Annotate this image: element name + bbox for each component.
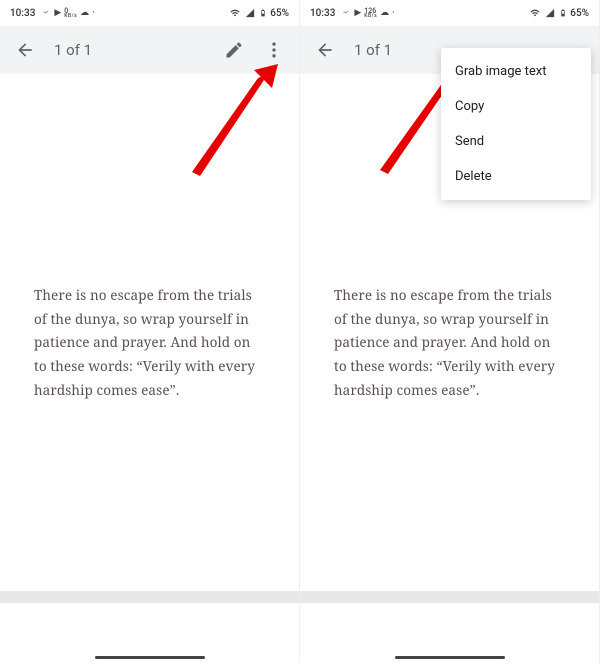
tail-band: [0, 591, 299, 603]
edit-button[interactable]: [223, 39, 245, 61]
battery-percent: 65%: [570, 8, 589, 19]
status-right: 65%: [529, 7, 589, 19]
phone-icon: [41, 8, 51, 18]
network-speed: 0 KB/s: [64, 8, 77, 19]
rec-icon: ▶: [54, 8, 61, 18]
status-dot: ·: [392, 8, 395, 18]
page-counter: 1 of 1: [54, 41, 92, 59]
status-time: 10:33: [310, 8, 335, 19]
white-band: [0, 603, 299, 663]
nav-handle[interactable]: [95, 656, 205, 659]
status-bar: 10:33 ▶ 126 KB/s ☁ · 65%: [300, 0, 599, 26]
menu-send[interactable]: Send: [441, 124, 591, 159]
phone-icon: [341, 8, 351, 18]
cloud-icon: ☁: [80, 8, 89, 18]
arrow-left-icon: [315, 40, 335, 60]
menu-delete[interactable]: Delete: [441, 159, 591, 194]
back-button[interactable]: [314, 39, 336, 61]
overflow-button[interactable]: [263, 39, 285, 61]
battery-icon: [259, 7, 267, 19]
cloud-icon: ☁: [380, 8, 389, 18]
white-band: [300, 603, 599, 663]
signal-icon: [244, 8, 256, 18]
back-button[interactable]: [14, 39, 36, 61]
status-left: 10:33 ▶ 126 KB/s ☁ ·: [310, 8, 395, 19]
status-left: 10:33 ▶ 0 KB/s ☁ ·: [10, 8, 95, 19]
menu-grab-image-text[interactable]: Grab image text: [441, 54, 591, 89]
network-speed: 126 KB/s: [364, 8, 377, 19]
status-icons-left: ▶ 126 KB/s ☁ ·: [341, 8, 394, 19]
signal-icon: [544, 8, 556, 18]
page-counter: 1 of 1: [354, 41, 392, 59]
app-toolbar: 1 of 1: [0, 26, 299, 74]
arrow-left-icon: [15, 40, 35, 60]
status-icons-left: ▶ 0 KB/s ☁ ·: [41, 8, 94, 19]
wifi-icon: [229, 8, 241, 18]
battery-icon: [559, 7, 567, 19]
battery-percent: 65%: [270, 8, 289, 19]
status-dot: ·: [92, 8, 95, 18]
rec-icon: ▶: [354, 8, 361, 18]
note-body: There is no escape from the trials of th…: [0, 74, 299, 402]
screenshot-left: 10:33 ▶ 0 KB/s ☁ · 65% 1 of 1: [0, 0, 300, 663]
screenshot-right: 10:33 ▶ 126 KB/s ☁ · 65% 1 of 1: [300, 0, 600, 663]
wifi-icon: [529, 8, 541, 18]
menu-copy[interactable]: Copy: [441, 89, 591, 124]
overflow-menu: Grab image text Copy Send Delete: [441, 48, 591, 200]
pencil-icon: [224, 40, 244, 60]
tail-band: [300, 591, 599, 603]
more-vertical-icon: [264, 40, 284, 60]
status-time: 10:33: [10, 8, 35, 19]
nav-handle[interactable]: [395, 656, 505, 659]
status-right: 65%: [229, 7, 289, 19]
status-bar: 10:33 ▶ 0 KB/s ☁ · 65%: [0, 0, 299, 26]
